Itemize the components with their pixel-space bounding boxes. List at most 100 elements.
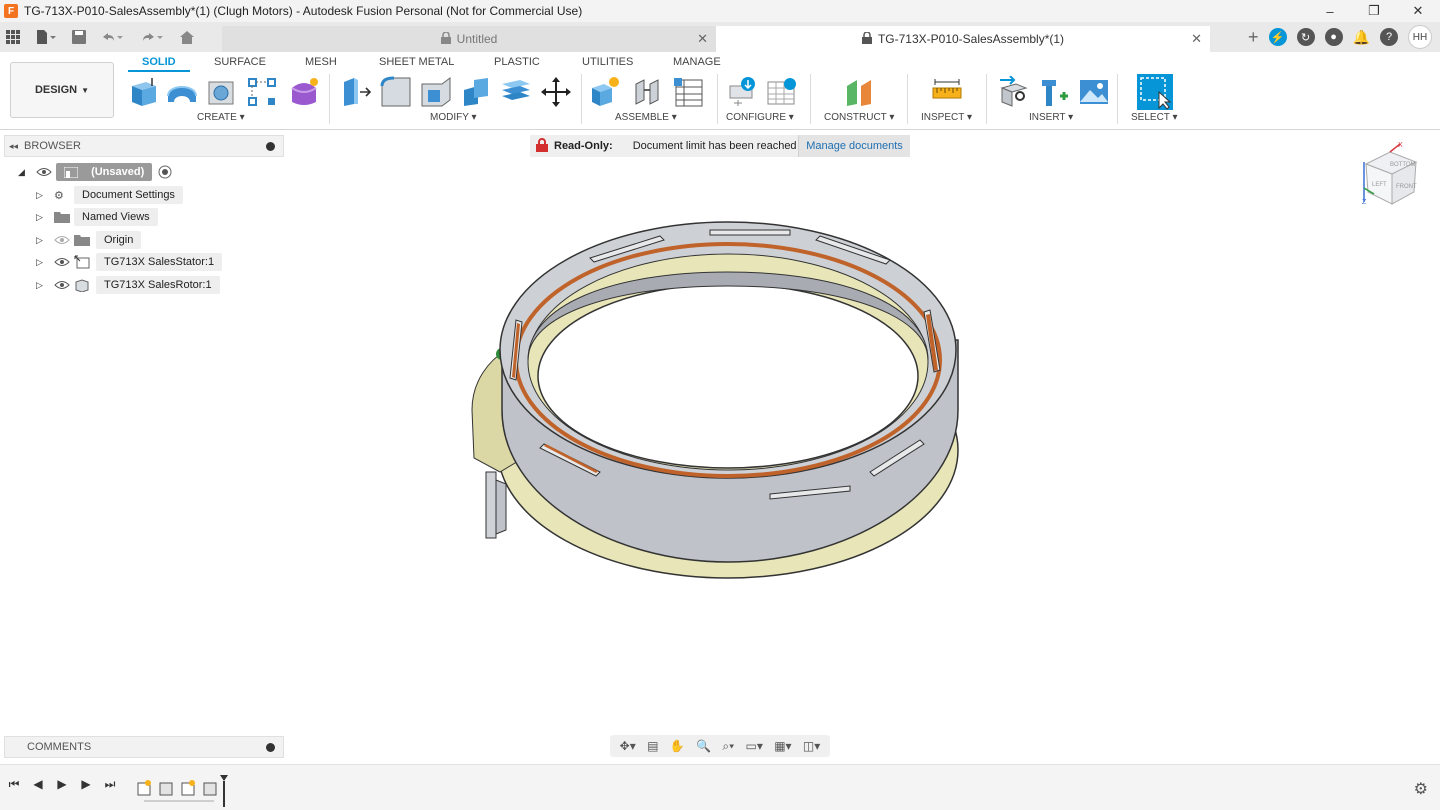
group-modify[interactable]: MODIFY ▾ — [430, 112, 477, 123]
manage-documents-link[interactable]: Manage documents — [798, 135, 910, 157]
expand-triangle-icon[interactable]: ◢ — [18, 167, 30, 178]
timeline-features[interactable] — [134, 771, 234, 807]
apps-grid-icon[interactable] — [0, 22, 26, 52]
group-assemble[interactable]: ASSEMBLE ▾ — [615, 112, 677, 123]
fillet-icon[interactable] — [380, 76, 412, 108]
zoom-window-icon[interactable]: ⌕▾ — [722, 739, 734, 754]
browser-item-named-views[interactable]: ▷ Named Views — [36, 207, 158, 227]
home-icon[interactable] — [172, 22, 202, 52]
new-component-icon[interactable] — [590, 76, 622, 108]
save-icon[interactable] — [66, 22, 92, 52]
visibility-eye-icon[interactable] — [54, 280, 70, 290]
expand-triangle-icon[interactable]: ▷ — [36, 190, 48, 201]
tab-sales-assembly[interactable]: TG-713X-P010-SalesAssembly*(1) ✕ — [716, 26, 1210, 52]
expand-triangle-icon[interactable]: ▷ — [36, 280, 48, 291]
orbit-icon[interactable]: ✥▾ — [620, 739, 636, 753]
file-menu-icon[interactable] — [26, 22, 66, 52]
display-settings-icon[interactable]: ▭▾ — [745, 739, 762, 753]
browser-item-sales-stator[interactable]: ▷ TG713X SalesStator:1 — [36, 252, 223, 272]
timeline-settings-gear-icon[interactable]: ⚙ — [1414, 779, 1428, 799]
viewcube-face-left[interactable]: LEFT — [1372, 182, 1387, 188]
online-status-icon[interactable]: ↻ — [1296, 28, 1315, 46]
bill-of-materials-icon[interactable] — [672, 76, 704, 108]
split-body-icon[interactable] — [500, 76, 532, 108]
group-create[interactable]: CREATE ▾ — [197, 112, 245, 123]
activate-radio-icon[interactable] — [158, 165, 172, 179]
close-button[interactable]: ✕ — [1396, 0, 1440, 22]
close-tab-icon[interactable]: ✕ — [697, 31, 708, 47]
play-icon[interactable]: ▶ — [56, 777, 68, 792]
extrude-icon[interactable] — [128, 76, 160, 108]
viewports-icon[interactable]: ◫▾ — [803, 739, 820, 753]
timeline-marker[interactable] — [220, 775, 228, 807]
tab-plastic[interactable]: PLASTIC — [494, 56, 540, 68]
redo-icon[interactable] — [132, 22, 172, 52]
browser-root-node[interactable]: ◢ (Unsaved) — [18, 162, 172, 182]
view-cube[interactable]: X Z BOTTOM LEFT FRONT — [1360, 142, 1422, 212]
viewcube-face-bottom[interactable]: BOTTOM — [1390, 162, 1416, 168]
group-select[interactable]: SELECT ▾ — [1131, 112, 1178, 123]
timeline-feature-icons[interactable] — [137, 780, 217, 796]
browser-item-sales-rotor[interactable]: ▷ TG713X SalesRotor:1 — [36, 275, 220, 295]
visibility-eye-icon[interactable] — [54, 257, 70, 267]
move-copy-icon[interactable] — [540, 76, 572, 108]
configure-icon[interactable] — [726, 76, 758, 108]
viewcube-face-front[interactable]: FRONT — [1396, 184, 1417, 190]
group-configure[interactable]: CONFIGURE ▾ — [726, 112, 794, 123]
hidden-eye-icon[interactable] — [54, 235, 70, 245]
insert-mcmaster-icon[interactable] — [1038, 76, 1070, 108]
tab-sheet-metal[interactable]: SHEET METAL — [379, 56, 454, 68]
help-icon[interactable]: ? — [1380, 28, 1398, 46]
form-icon[interactable] — [288, 76, 320, 108]
pan-hand-icon[interactable]: ✋ — [670, 739, 685, 753]
browser-panel-header[interactable]: ◂◂ BROWSER — [4, 135, 284, 157]
panel-options-icon[interactable] — [266, 141, 275, 151]
tab-utilities[interactable]: UTILITIES — [582, 56, 633, 68]
pattern-icon[interactable] — [246, 76, 278, 108]
expand-triangle-icon[interactable]: ▷ — [36, 235, 48, 246]
tab-untitled[interactable]: Untitled ✕ — [222, 26, 716, 52]
group-inspect[interactable]: INSPECT ▾ — [921, 112, 972, 123]
step-forward-icon[interactable]: ▶ — [80, 777, 92, 792]
motor-assembly-model[interactable] — [460, 210, 970, 590]
tab-mesh[interactable]: MESH — [305, 56, 337, 68]
minimize-button[interactable]: – — [1308, 0, 1352, 22]
panel-options-icon[interactable] — [266, 742, 275, 752]
tab-solid[interactable]: SOLID — [128, 56, 190, 72]
zoom-icon[interactable]: 🔍 — [696, 739, 711, 753]
browser-item-document-settings[interactable]: ▷ ⚙ Document Settings — [36, 185, 183, 205]
browser-item-origin[interactable]: ▷ Origin — [36, 230, 142, 250]
offset-plane-icon[interactable] — [843, 76, 875, 108]
notifications-bell-icon[interactable]: 🔔 — [1353, 29, 1370, 46]
expand-triangle-icon[interactable]: ▷ — [36, 257, 48, 268]
extensions-icon[interactable]: ● — [1324, 28, 1343, 46]
step-back-icon[interactable]: ◀ — [32, 777, 44, 792]
tab-surface[interactable]: SURFACE — [214, 56, 266, 68]
job-status-icon[interactable]: ⚡ — [1268, 28, 1287, 46]
measure-icon[interactable] — [931, 76, 963, 108]
configuration-table-icon[interactable] — [766, 76, 798, 108]
go-to-end-icon[interactable]: ⏭ — [104, 777, 116, 792]
group-construct[interactable]: CONSTRUCT ▾ — [824, 112, 894, 123]
hole-icon[interactable] — [206, 76, 238, 108]
tab-manage[interactable]: MANAGE — [673, 56, 721, 68]
shell-icon[interactable] — [420, 76, 452, 108]
expand-triangle-icon[interactable]: ▷ — [36, 212, 48, 223]
combine-icon[interactable] — [460, 76, 492, 108]
undo-icon[interactable] — [92, 22, 132, 52]
go-to-start-icon[interactable]: ⏮ — [8, 777, 20, 792]
visibility-eye-icon[interactable] — [36, 167, 52, 177]
user-avatar[interactable]: HH — [1408, 25, 1432, 49]
canvas-image-icon[interactable] — [1078, 76, 1110, 108]
insert-derive-icon[interactable] — [998, 76, 1030, 108]
restore-button[interactable]: ❐ — [1352, 0, 1396, 22]
press-pull-icon[interactable] — [340, 76, 372, 108]
look-at-icon[interactable]: ▤ — [647, 739, 658, 753]
comments-panel-header[interactable]: COMMENTS — [4, 736, 284, 758]
joint-icon[interactable] — [632, 76, 664, 108]
collapse-panel-icon[interactable]: ◂◂ — [9, 141, 18, 152]
close-tab-icon[interactable]: ✕ — [1191, 31, 1202, 47]
group-insert[interactable]: INSERT ▾ — [1029, 112, 1073, 123]
new-tab-icon[interactable]: + — [1248, 27, 1259, 48]
grid-settings-icon[interactable]: ▦▾ — [774, 739, 791, 753]
